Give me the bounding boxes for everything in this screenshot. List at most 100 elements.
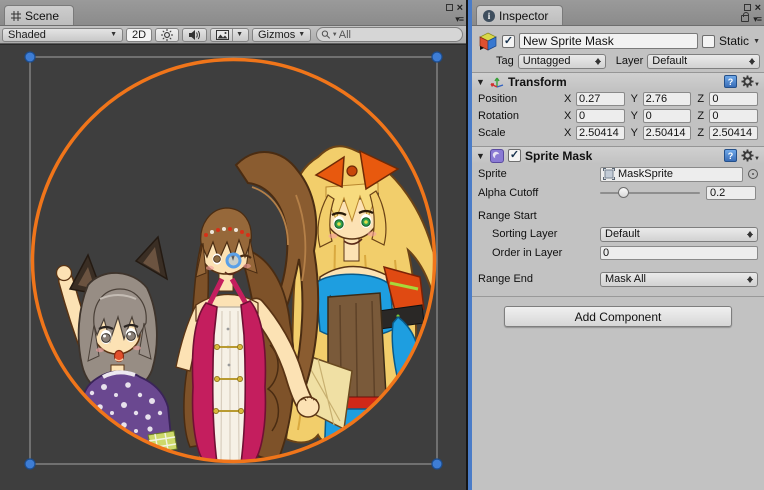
effects-dropdown-button[interactable]: ▼ [210, 28, 249, 42]
tab-inspector[interactable]: i Inspector [476, 5, 563, 25]
close-icon[interactable]: × [755, 3, 761, 13]
inspector-tab-label: Inspector [499, 9, 548, 23]
sprite-value: MaskSprite [618, 168, 673, 180]
gameobject-name-field[interactable]: New Sprite Mask [519, 33, 698, 49]
layer-dropdown[interactable]: Default [647, 54, 760, 69]
foldout-icon[interactable]: ▼ [476, 151, 486, 161]
scale-x-field[interactable]: 2.50414 [576, 126, 625, 140]
scale-z-field[interactable]: 2.50414 [709, 126, 758, 140]
2d-toggle-button[interactable]: 2D [126, 28, 152, 42]
axis-z-label: Z [697, 110, 707, 122]
axis-z-label: Z [697, 93, 707, 105]
add-component-label: Add Component [575, 310, 662, 324]
scale-label: Scale [478, 127, 562, 139]
static-dropdown-icon[interactable]: ▼ [753, 38, 760, 45]
gizmos-label: Gizmos [258, 29, 295, 41]
gizmos-dropdown[interactable]: Gizmos ▼ [252, 28, 311, 42]
scene-tab-bar: Scene × ▾≡ [0, 0, 466, 26]
position-row: Position X 0.27 Y 2.76 Z 0 [472, 91, 764, 107]
panel-menu-icon[interactable]: ▾≡ [753, 14, 761, 24]
audio-toggle-button[interactable] [182, 28, 207, 42]
unity-editor-window: Scene × ▾≡ Shaded ▼ 2D [0, 0, 764, 490]
selection-handle-top-left[interactable] [25, 52, 35, 62]
scene-search-field[interactable]: ▼ [316, 27, 463, 42]
alpha-cutoff-slider[interactable] [600, 186, 700, 200]
settings-gear-icon[interactable]: ▼ [741, 75, 760, 88]
sprite-mask-header[interactable]: ▼ ✓ Sprite Mask ? ▼ [472, 146, 764, 164]
lighting-toggle-button[interactable] [155, 28, 179, 42]
help-icon[interactable]: ? [724, 149, 737, 162]
active-checkbox[interactable]: ✓ [502, 35, 515, 48]
sorting-layer-dropdown[interactable]: Default [600, 227, 758, 242]
sprite-object-field[interactable]: MaskSprite [600, 167, 743, 182]
scene-viewport[interactable] [0, 44, 466, 490]
search-filter-caret-icon[interactable]: ▼ [332, 32, 338, 38]
tag-dropdown[interactable]: Untagged [518, 54, 606, 69]
range-start-label: Range Start [478, 210, 562, 222]
range-start-row: Range Start [472, 208, 764, 224]
image-icon [216, 30, 229, 40]
sprite-mask-title: Sprite Mask [525, 149, 592, 163]
scale-y-field[interactable]: 2.50414 [643, 126, 692, 140]
popup-arrows-icon [746, 275, 753, 284]
scene-search-input[interactable] [339, 29, 456, 41]
rotation-z-field[interactable]: 0 [709, 109, 758, 123]
selection-handle-top-right[interactable] [432, 52, 442, 62]
lock-icon[interactable] [741, 15, 749, 22]
transform-icon [490, 75, 504, 89]
sprite-thumb-icon [603, 168, 615, 180]
masked-sprite-artwork[interactable] [57, 146, 440, 463]
rotation-y-field[interactable]: 0 [643, 109, 692, 123]
selection-handle-bottom-left[interactable] [25, 459, 35, 469]
add-component-button[interactable]: Add Component [504, 306, 732, 327]
component-enabled-checkbox[interactable]: ✓ [508, 149, 521, 162]
maximize-icon[interactable] [446, 4, 453, 11]
slider-knob[interactable] [618, 187, 629, 198]
settings-gear-icon[interactable]: ▼ [741, 149, 760, 162]
tab-scene[interactable]: Scene [4, 5, 74, 25]
help-icon[interactable]: ? [724, 75, 737, 88]
rotation-row: Rotation X 0 Y 0 Z 0 [472, 108, 764, 124]
panel-menu-icon[interactable]: ▾≡ [455, 14, 463, 24]
position-y-field[interactable]: 2.76 [643, 92, 692, 106]
chevron-down-icon: ▼ [236, 31, 243, 38]
close-icon[interactable]: × [457, 3, 463, 13]
alpha-cutoff-label: Alpha Cutoff [478, 187, 598, 199]
order-in-layer-label: Order in Layer [478, 247, 598, 259]
static-label: Static [719, 34, 749, 48]
pivot-handle[interactable] [227, 254, 240, 267]
axis-y-label: Y [631, 127, 641, 139]
object-picker-icon[interactable] [748, 169, 758, 179]
popup-arrows-icon [594, 57, 601, 66]
order-in-layer-field[interactable]: 0 [600, 246, 758, 260]
tag-value: Untagged [523, 55, 571, 67]
gameobject-name: New Sprite Mask [523, 34, 614, 48]
maximize-icon[interactable] [744, 4, 751, 11]
transform-header[interactable]: ▼ Transform ? ▼ [472, 72, 764, 90]
shading-mode-label: Shaded [8, 29, 46, 41]
transform-title: Transform [508, 75, 567, 89]
axis-x-label: X [564, 110, 574, 122]
position-x-field[interactable]: 0.27 [576, 92, 625, 106]
range-end-dropdown[interactable]: Mask All [600, 272, 758, 287]
layer-value: Default [652, 55, 687, 67]
alpha-cutoff-value-field[interactable]: 0.2 [706, 186, 756, 200]
rotation-x-field[interactable]: 0 [576, 109, 625, 123]
girl-left-catgirl [57, 237, 178, 463]
range-end-value: Mask All [605, 273, 646, 285]
info-icon: i [483, 10, 495, 22]
axis-y-label: Y [631, 93, 641, 105]
chevron-down-icon: ▼ [298, 31, 305, 38]
foldout-icon[interactable]: ▼ [476, 77, 486, 87]
gameobject-cube-icon[interactable] [478, 31, 498, 51]
scene-tab-label: Scene [25, 9, 59, 23]
scale-row: Scale X 2.50414 Y 2.50414 Z 2.50414 [472, 125, 764, 141]
selection-handle-bottom-right[interactable] [432, 459, 442, 469]
position-z-field[interactable]: 0 [709, 92, 758, 106]
shading-mode-dropdown[interactable]: Shaded ▼ [2, 28, 123, 42]
sorting-layer-value: Default [605, 228, 640, 240]
popup-arrows-icon [748, 57, 755, 66]
sprite-mask-icon [490, 149, 504, 163]
alpha-cutoff-row: Alpha Cutoff 0.2 [472, 184, 764, 202]
static-checkbox[interactable]: ✓ [702, 35, 715, 48]
